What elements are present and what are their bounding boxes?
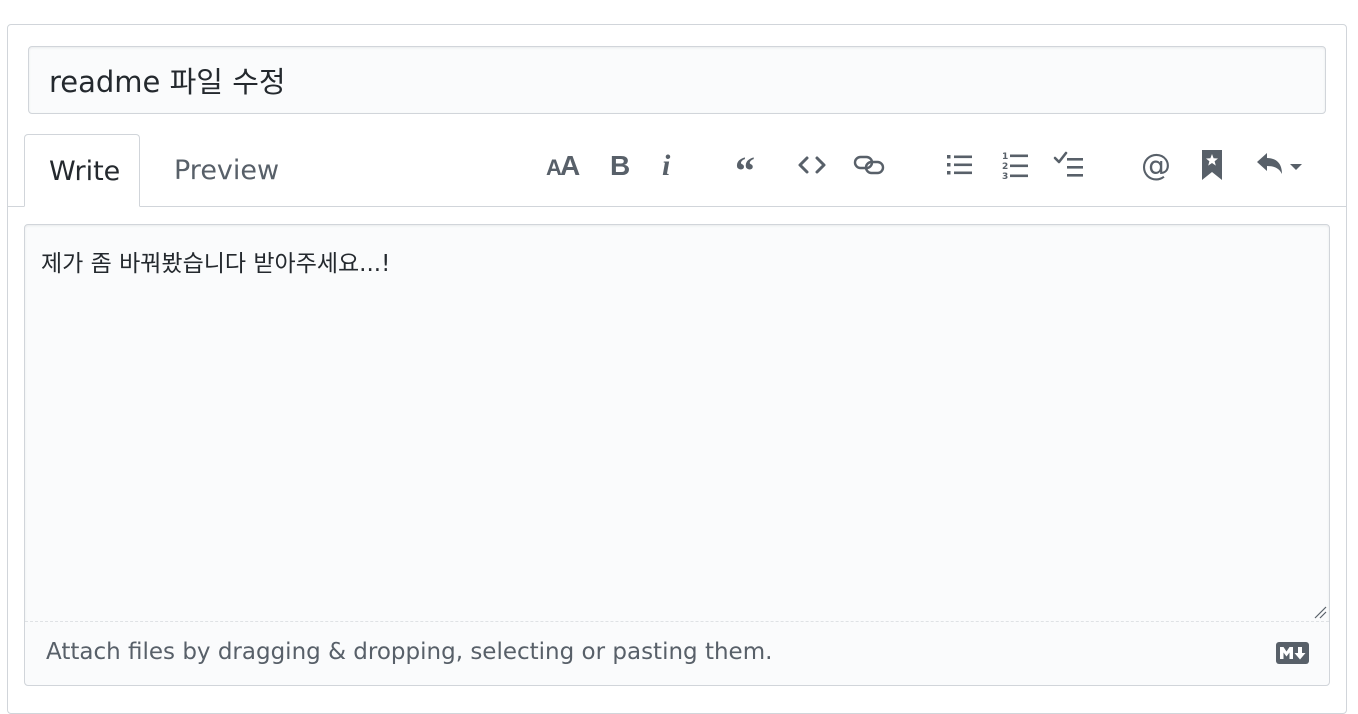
link-icon[interactable] — [845, 140, 893, 190]
tab-preview[interactable]: Preview — [150, 134, 303, 207]
svg-text:“: “ — [735, 150, 755, 180]
bold-icon[interactable]: B — [596, 140, 644, 190]
comment-editor: 제가 좀 바꿔봤습니다 받아주세요...! Attach files by dr… — [24, 224, 1330, 686]
tab-preview-label: Preview — [174, 155, 280, 186]
svg-text:i: i — [662, 150, 671, 180]
pr-title-input[interactable] — [28, 46, 1326, 114]
svg-text:2: 2 — [1002, 162, 1008, 172]
svg-text:B: B — [610, 150, 630, 180]
saved-reply-bookmark-icon[interactable] — [1188, 140, 1236, 190]
file-attach-dropzone[interactable]: Attach files by dragging & dropping, sel… — [25, 621, 1329, 685]
svg-text:3: 3 — [1002, 172, 1008, 180]
mention-icon[interactable]: @ — [1132, 140, 1180, 190]
unordered-list-icon[interactable] — [936, 140, 984, 190]
ordered-list-icon[interactable]: 1 2 3 — [992, 140, 1040, 190]
pr-body-textarea[interactable]: 제가 좀 바꿔봤습니다 받아주세요...! — [25, 225, 1329, 621]
svg-text:@: @ — [1141, 149, 1171, 181]
task-list-icon[interactable] — [1046, 140, 1094, 190]
svg-text:1: 1 — [1002, 152, 1008, 162]
code-icon[interactable] — [788, 140, 836, 190]
text-size-icon[interactable]: A A — [540, 140, 588, 190]
tab-write-label: Write — [49, 156, 121, 187]
svg-text:A: A — [560, 150, 580, 180]
resize-handle-icon[interactable] — [1313, 605, 1327, 619]
markdown-icon[interactable] — [1276, 642, 1309, 664]
quote-icon[interactable]: “ — [726, 140, 774, 190]
reply-icon[interactable] — [1252, 140, 1312, 190]
italic-icon[interactable]: i — [644, 140, 692, 190]
tab-write[interactable]: Write — [24, 134, 140, 207]
attach-files-hint: Attach files by dragging & dropping, sel… — [46, 639, 773, 665]
